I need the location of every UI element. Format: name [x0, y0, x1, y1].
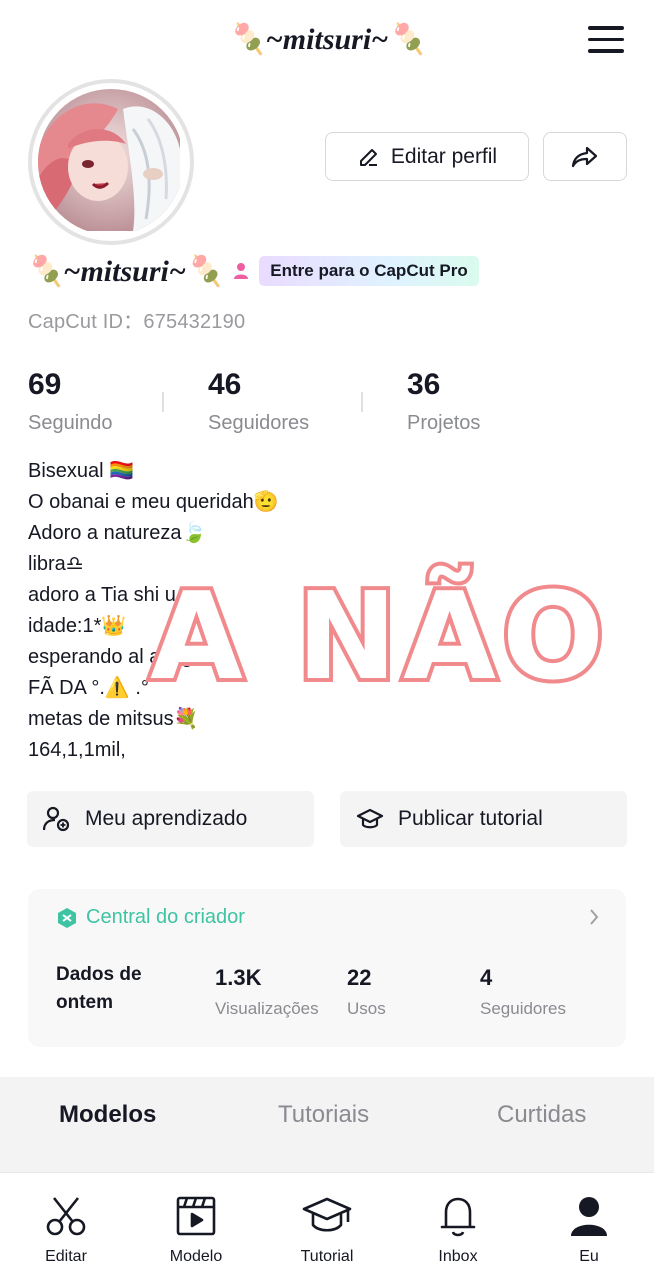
stat-followers[interactable]: 46 Seguidores [208, 368, 309, 435]
bio-line: metas de mitsus💐 [28, 708, 199, 730]
overlay-sticker-text: A NÃO [146, 564, 610, 711]
yesterday-data-label: Dados de ontem [56, 964, 142, 1013]
stat-following[interactable]: 69 Seguindo [28, 368, 113, 435]
hamburger-menu-icon[interactable] [588, 26, 624, 56]
metric-label: Visualizações [215, 999, 319, 1018]
share-button[interactable] [543, 132, 627, 181]
graduation-cap-icon [356, 808, 384, 829]
stat-projects[interactable]: 36 Projetos [407, 368, 480, 435]
publish-tutorial-label: Publicar tutorial [398, 807, 543, 830]
chevron-right-icon[interactable] [588, 907, 600, 927]
stat-label: Seguindo [28, 412, 113, 434]
creator-center-title: Central do criador [86, 906, 245, 928]
my-learning-label: Meu aprendizado [85, 807, 248, 830]
user-icon [571, 1197, 607, 1236]
nav-tutorial[interactable]: Tutorial [277, 1193, 377, 1266]
metric-label: Seguidores [480, 999, 567, 1018]
nav-label: Eu [579, 1248, 599, 1265]
top-bar: 🍡~mitsuri~🍡 [0, 0, 654, 82]
edit-profile-label: Editar perfil [390, 144, 498, 168]
stat-value: 69 [28, 368, 62, 401]
divider [162, 392, 164, 412]
nav-eu[interactable]: Eu [539, 1193, 639, 1266]
stat-value: 36 [407, 368, 441, 401]
bio-line: 164,1,1mil, [28, 739, 126, 761]
nav-label: Editar [45, 1248, 87, 1265]
bio-line: Bisexual 🏳️‍🌈 [28, 460, 135, 482]
avatar[interactable] [28, 79, 194, 245]
clapperboard-icon [176, 1196, 216, 1236]
user-add-icon [43, 806, 70, 832]
avatar-image [38, 89, 184, 235]
metric-label: Usos [347, 999, 386, 1018]
capcut-id[interactable]: CapCut ID：675432190 [28, 305, 245, 334]
scissors-icon [46, 1197, 86, 1236]
metric-value: 1.3K [215, 965, 262, 990]
capcut-logo-icon [58, 907, 76, 928]
bell-icon [440, 1197, 476, 1237]
nav-label: Tutorial [300, 1248, 354, 1265]
tab-tutoriais[interactable]: Tutoriais [278, 1101, 369, 1129]
nav-modelo[interactable]: Modelo [146, 1193, 246, 1266]
metric-value: 22 [347, 965, 372, 990]
my-learning-button[interactable]: Meu aprendizado [27, 791, 314, 847]
metric-followers: 4 Seguidores [480, 965, 566, 1019]
tab-curtidas[interactable]: Curtidas [497, 1101, 586, 1129]
bottom-nav: Editar Modelo Tutorial Inbox Eu [0, 1172, 654, 1280]
edit-profile-button[interactable]: Editar perfil [325, 132, 529, 181]
profile-name-row: 🍡~mitsuri~🍡 Entre para o CapCut Pro [26, 251, 479, 291]
tab-modelos[interactable]: Modelos [59, 1101, 156, 1129]
display-name: 🍡~mitsuri~🍡 [26, 254, 224, 288]
nav-inbox[interactable]: Inbox [408, 1193, 508, 1266]
pencil-icon [359, 148, 377, 166]
divider [361, 392, 363, 412]
bio-line: O obanai e meu queridah🫡 [28, 491, 279, 513]
metric-uses: 22 Usos [347, 965, 386, 1019]
stat-label: Seguidores [208, 412, 310, 434]
stat-value: 46 [208, 368, 242, 401]
publish-tutorial-button[interactable]: Publicar tutorial [340, 791, 627, 847]
metric-views: 1.3K Visualizações [215, 965, 319, 1019]
person-icon [234, 263, 249, 279]
creator-center-header[interactable]: Central do criador [56, 906, 245, 929]
capcut-pro-badge[interactable]: Entre para o CapCut Pro [259, 256, 479, 286]
creator-center-card[interactable]: Central do criador Dados de ontem 1.3K V… [28, 889, 626, 1047]
nav-editar[interactable]: Editar [16, 1193, 116, 1266]
header-title: 🍡~mitsuri~🍡 [228, 23, 426, 56]
metric-value: 4 [480, 965, 493, 990]
graduation-cap-icon [302, 1197, 352, 1232]
bio-line: Adoro a natureza🍃 [28, 522, 207, 544]
share-arrow-icon [571, 146, 598, 167]
stat-label: Projetos [407, 412, 481, 434]
nav-label: Modelo [169, 1248, 223, 1265]
nav-label: Inbox [438, 1248, 478, 1265]
